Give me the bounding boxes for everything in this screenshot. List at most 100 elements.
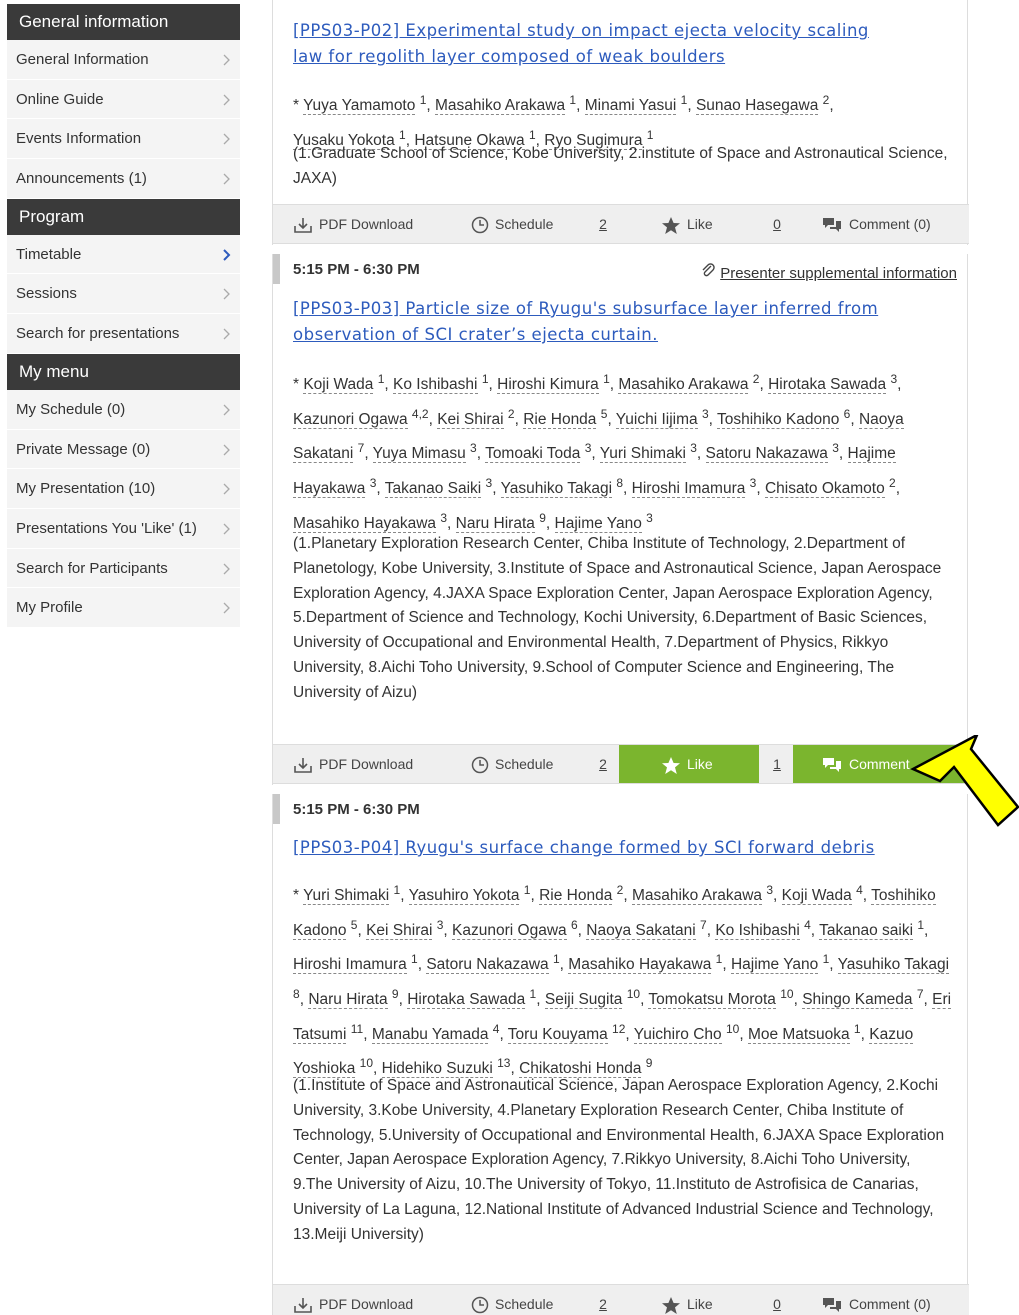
sidebar-heading: Program: [7, 198, 240, 235]
schedule-label: Schedule: [495, 1296, 554, 1312]
like-button[interactable]: Like: [619, 1285, 759, 1315]
card-accent-bar: [273, 254, 280, 284]
sidebar-item-general-information[interactable]: General Information: [7, 40, 240, 80]
sidebar-item-label: Search for presentations: [16, 325, 180, 343]
author-list: * Yuri Shimaki 1, Yasuhiro Yokota 1, Rie…: [293, 883, 952, 1079]
sidebar-item-label: My Presentation (10): [16, 480, 156, 498]
sidebar-item-sessions[interactable]: Sessions: [7, 274, 240, 315]
sidebar-item-search-for-presentations[interactable]: Search for presentations: [7, 314, 240, 354]
presentation-title[interactable]: [PPS03-P02] Experimental study on impact…: [293, 18, 953, 70]
chevron-right-icon: [221, 469, 235, 508]
supplemental-link[interactable]: Presenter supplemental information: [700, 262, 957, 282]
sidebar-item-announcements-1[interactable]: Announcements (1): [7, 159, 240, 199]
sidebar-item-presentations-you-like-1[interactable]: Presentations You 'Like' (1): [7, 508, 240, 549]
chevron-right-icon: [221, 509, 235, 548]
sidebar-item-my-schedule-0[interactable]: My Schedule (0): [7, 389, 240, 430]
schedule-button[interactable]: Schedule: [445, 745, 585, 783]
chevron-right-icon: [221, 159, 235, 198]
schedule-label: Schedule: [495, 756, 554, 772]
clock-icon: [471, 756, 495, 774]
time-slot: 5:15 PM - 6:30 PM: [293, 261, 420, 278]
presentation-title[interactable]: [PPS03-P04] Ryugu's surface change forme…: [293, 835, 953, 861]
pointer-arrow-icon: [910, 735, 1019, 827]
presentation-card: [PPS03-P02] Experimental study on impact…: [272, 0, 969, 245]
pdf-download-label: PDF Download: [319, 1296, 414, 1312]
chevron-right-icon: [221, 40, 235, 79]
chevron-right-icon: [221, 390, 235, 429]
chevron-right-icon: [221, 274, 235, 313]
sidebar-item-label: Sessions: [16, 285, 77, 303]
like-label: Like: [687, 216, 713, 232]
comment-icon: [821, 1296, 849, 1313]
action-bar: PDF Download Schedule Like Comment (0) 2 0: [273, 1284, 969, 1315]
sidebar-item-my-presentation-10[interactable]: My Presentation (10): [7, 469, 240, 509]
sidebar-item-label: Private Message (0): [16, 440, 151, 458]
sidebar-item-label: My Schedule (0): [16, 400, 126, 418]
pdf-download-label: PDF Download: [319, 216, 414, 232]
comment-icon: [821, 216, 849, 233]
pdf-download-button[interactable]: PDF Download: [273, 745, 445, 783]
pdf-download-icon: [293, 1296, 319, 1314]
pdf-download-icon: [293, 756, 319, 774]
chevron-right-icon: [221, 588, 235, 627]
action-bar: PDF Download Schedule Like Comment 2 1: [273, 744, 969, 784]
like-button[interactable]: Like: [619, 205, 759, 243]
pdf-download-button[interactable]: PDF Download: [273, 1285, 445, 1315]
like-label: Like: [687, 756, 713, 772]
chevron-right-icon: [221, 119, 235, 158]
pdf-download-label: PDF Download: [319, 756, 414, 772]
star-icon: [661, 1296, 687, 1314]
like-button[interactable]: Like: [619, 745, 759, 783]
presentation-card: 5:15 PM - 6:30 PM [PPS03-P04] Ryugu's su…: [272, 794, 969, 1315]
sidebar-heading: General information: [7, 4, 240, 40]
like-count[interactable]: 0: [757, 205, 797, 243]
schedule-count[interactable]: 2: [583, 205, 623, 243]
star-icon: [661, 216, 687, 234]
schedule-count[interactable]: 2: [583, 745, 623, 783]
sidebar-item-events-information[interactable]: Events Information: [7, 119, 240, 160]
action-bar: PDF Download Schedule Like Comment (0) 2 0: [273, 204, 969, 244]
chevron-right-icon: [221, 549, 235, 588]
schedule-label: Schedule: [495, 216, 554, 232]
card-accent-bar: [273, 794, 280, 824]
paperclip-icon: [700, 263, 720, 282]
sidebar: General information General Information On…: [7, 4, 240, 628]
comment-icon: [821, 756, 849, 773]
chevron-right-icon: [221, 430, 235, 469]
sidebar-item-label: My Profile: [16, 599, 83, 617]
author-list: * Koji Wada 1, Ko Ishibashi 1, Hiroshi K…: [293, 372, 904, 533]
schedule-button[interactable]: Schedule: [445, 1285, 585, 1315]
sidebar-item-search-for-participants[interactable]: Search for Participants: [7, 548, 240, 589]
schedule-count[interactable]: 2: [583, 1285, 623, 1315]
star-icon: [661, 756, 687, 774]
comment-button[interactable]: Comment (0): [793, 205, 969, 243]
comment-label: Comment (0): [849, 1296, 931, 1312]
affiliations: (1.Planetary Exploration Research Center…: [293, 535, 942, 701]
like-count[interactable]: 1: [757, 745, 797, 783]
sidebar-item-label: Announcements (1): [16, 170, 147, 188]
pdf-download-icon: [293, 216, 319, 234]
sidebar-item-timetable[interactable]: Timetable: [7, 234, 240, 275]
sidebar-item-private-message-0[interactable]: Private Message (0): [7, 429, 240, 470]
sidebar-item-label: Presentations You 'Like' (1): [16, 519, 197, 537]
time-slot: 5:15 PM - 6:30 PM: [293, 801, 420, 818]
affiliations: (1.Institute of Space and Astronautical …: [293, 1077, 945, 1243]
comment-label: Comment (0): [849, 216, 931, 232]
chevron-right-icon: [221, 80, 235, 119]
presentation-card: 5:15 PM - 6:30 PM Presenter supplemental…: [272, 254, 969, 785]
sidebar-item-label: Search for Participants: [16, 559, 168, 577]
schedule-button[interactable]: Schedule: [445, 205, 585, 243]
sidebar-heading: My menu: [7, 353, 240, 390]
sidebar-item-label: Timetable: [16, 245, 82, 263]
chevron-right-icon: [221, 314, 235, 353]
sidebar-item-my-profile[interactable]: My Profile: [7, 588, 240, 628]
sidebar-item-label: Online Guide: [16, 90, 104, 108]
clock-icon: [471, 1296, 495, 1314]
sidebar-item-label: Events Information: [16, 130, 142, 148]
pdf-download-button[interactable]: PDF Download: [273, 205, 445, 243]
presentation-title[interactable]: [PPS03-P03] Particle size of Ryugu's sub…: [293, 296, 953, 348]
sidebar-item-online-guide[interactable]: Online Guide: [7, 79, 240, 120]
like-count[interactable]: 0: [757, 1285, 797, 1315]
comment-button[interactable]: Comment (0): [793, 1285, 969, 1315]
affiliations: (1.Graduate School of Science, Kobe Univ…: [293, 145, 948, 187]
